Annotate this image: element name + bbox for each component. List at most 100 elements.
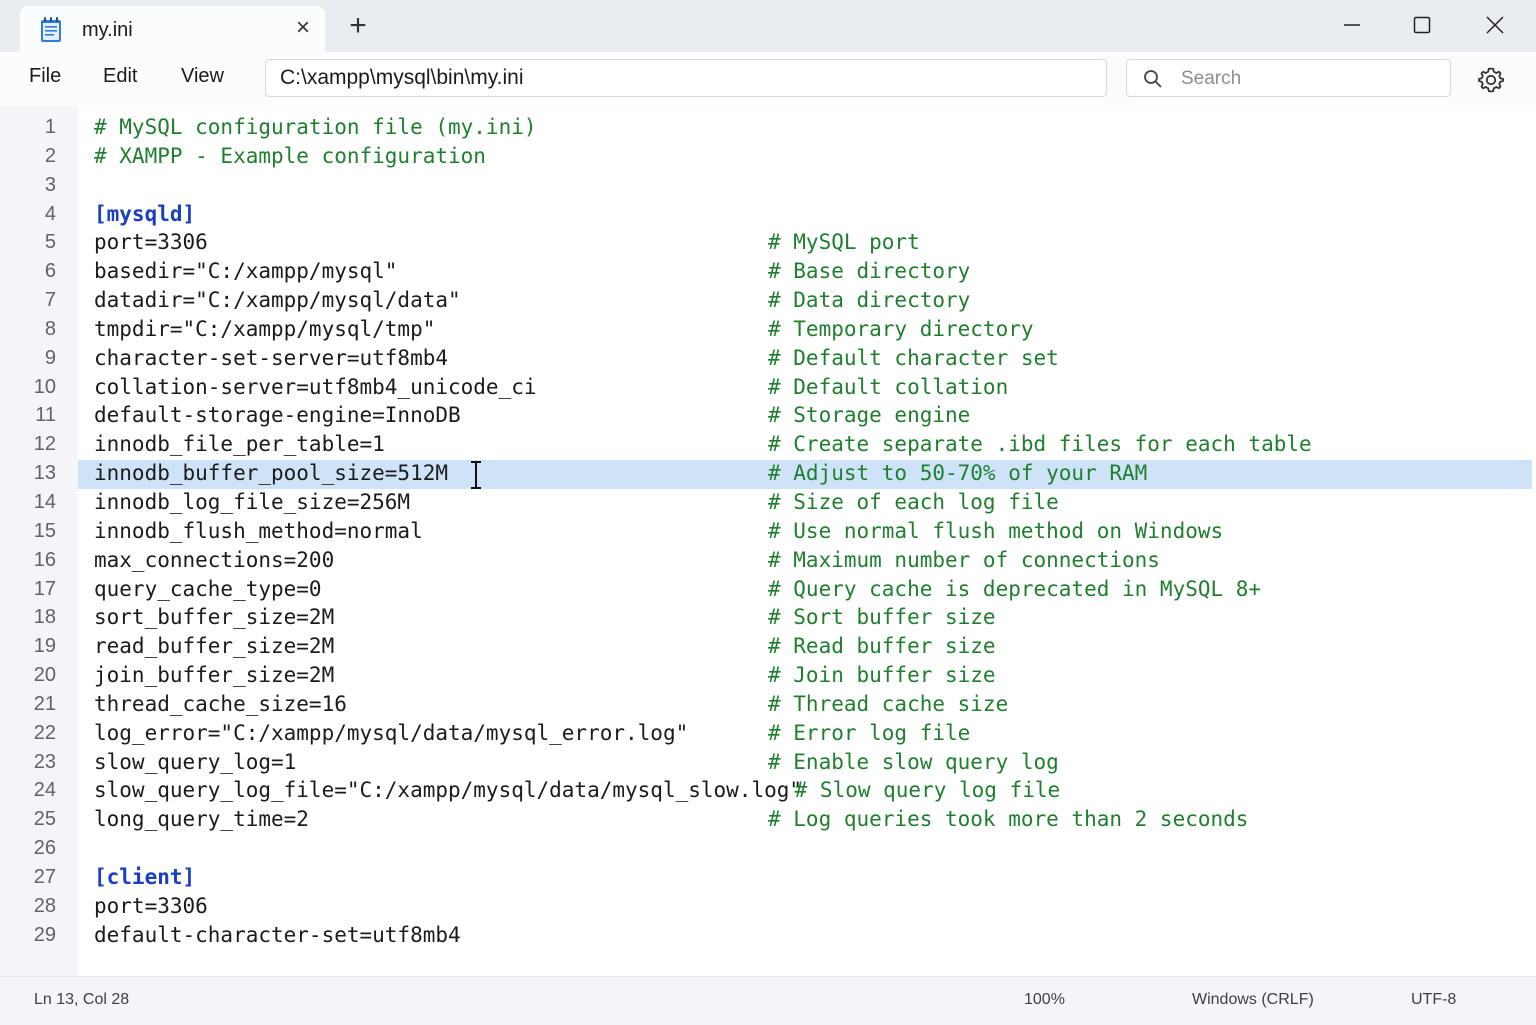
inline-comment: # Slow query log file <box>782 778 1061 803</box>
line-number: 5 <box>44 231 56 254</box>
code-text: sort_buffer_size=2M <box>94 605 335 630</box>
code-line[interactable]: 9 character-set-server=utf8mb4 # Default c… <box>0 345 1536 374</box>
code-line[interactable]: 8 tmpdir="C:/xampp/mysql/tmp" # Temporary … <box>0 316 1536 345</box>
code-line[interactable]: 16 max_connections=200 # Maximum number of… <box>0 547 1536 576</box>
minimize-icon <box>1344 24 1360 26</box>
inline-comment: # MySQL port <box>768 230 920 255</box>
menu-view[interactable]: View <box>181 65 224 88</box>
code-line[interactable]: 1 # MySQL configuration file (my.ini) <box>0 114 1536 143</box>
code-line[interactable]: 15 innodb_flush_method=normal # Use normal… <box>0 518 1536 547</box>
code-text: default-character-set=utf8mb4 <box>94 922 461 947</box>
line-number: 16 <box>33 548 56 571</box>
line-number: 9 <box>44 346 56 369</box>
close-tab-icon[interactable]: × <box>290 15 316 41</box>
editor-lines: 1 # MySQL configuration file (my.ini) 2 # X… <box>0 114 1536 950</box>
inline-comment: # Temporary directory <box>768 316 1034 341</box>
code-line[interactable]: 18 sort_buffer_size=2M # Sort buffer size <box>0 604 1536 633</box>
menu-file[interactable]: File <box>29 65 61 88</box>
toolbar: File Edit View C:\xampp\mysql\bin\my.ini <box>0 52 1536 107</box>
line-number: 14 <box>33 490 56 513</box>
code-text: read_buffer_size=2M <box>94 634 335 659</box>
line-number: 4 <box>44 202 56 225</box>
new-tab-button[interactable]: + <box>344 11 372 41</box>
code-text: collation-server=utf8mb4_unicode_ci <box>94 374 537 399</box>
code-text: slow_query_log=1 <box>94 749 297 774</box>
code-line[interactable]: 17 query_cache_type=0 # Query cache is dep… <box>0 576 1536 605</box>
line-number: 13 <box>33 462 56 485</box>
line-number: 29 <box>33 923 56 946</box>
code-text: tmpdir="C:/xampp/mysql/tmp" <box>94 316 436 341</box>
code-line[interactable]: 23 slow_query_log=1 # Enable slow query lo… <box>0 749 1536 778</box>
maximize-icon <box>1413 16 1431 34</box>
inline-comment: # Query cache is deprecated in MySQL 8+ <box>768 576 1262 601</box>
code-line[interactable]: 10 collation-server=utf8mb4_unicode_ci # D… <box>0 374 1536 403</box>
code-line[interactable]: 4 [mysqld] <box>0 201 1536 230</box>
minimize-button[interactable] <box>1332 10 1372 40</box>
code-line[interactable]: 19 read_buffer_size=2M # Read buffer size <box>0 633 1536 662</box>
code-text: innodb_log_file_size=256M <box>94 489 411 514</box>
inline-comment: # Maximum number of connections <box>768 547 1160 572</box>
maximize-button[interactable] <box>1402 10 1442 40</box>
code-line[interactable]: 29 default-character-set=utf8mb4 <box>0 922 1536 951</box>
code-comment: # MySQL configuration file (my.ini) <box>94 115 537 139</box>
code-line[interactable]: 20 join_buffer_size=2M # Join buffer size <box>0 662 1536 691</box>
code-line[interactable]: 12 innodb_file_per_table=1 # Create separa… <box>0 431 1536 460</box>
file-path-field[interactable]: C:\xampp\mysql\bin\my.ini <box>265 59 1107 97</box>
inline-comment: # Data directory <box>768 288 971 313</box>
code-line[interactable]: 6 basedir="C:/xampp/mysql" # Base director… <box>0 258 1536 287</box>
line-number: 25 <box>33 808 56 831</box>
line-number: 18 <box>33 606 56 629</box>
line-number: 2 <box>44 144 56 167</box>
inline-comment: # Error log file <box>768 720 971 745</box>
line-number: 20 <box>33 664 56 687</box>
code-line[interactable]: 22 log_error="C:/xampp/mysql/data/mysql_e… <box>0 720 1536 749</box>
code-line[interactable]: 21 thread_cache_size=16 # Thread cache siz… <box>0 691 1536 720</box>
code-line[interactable]: 5 port=3306 # MySQL port <box>0 229 1536 258</box>
code-text: thread_cache_size=16 <box>94 691 347 716</box>
line-number: 23 <box>33 750 56 773</box>
search-input[interactable] <box>1179 64 1443 94</box>
code-text: port=3306 <box>94 893 208 918</box>
code-line[interactable]: 25 long_query_time=2 # Log queries took mo… <box>0 806 1536 835</box>
inline-comment: # Thread cache size <box>768 691 1009 716</box>
line-number: 19 <box>33 635 56 658</box>
tab-my-ini[interactable]: my.ini × <box>20 6 325 52</box>
inline-comment: # Base directory <box>768 259 971 284</box>
notepad-window: my.ini × + File Edit View C:\xampp\mysql… <box>0 0 1536 1025</box>
encoding[interactable]: UTF-8 <box>1411 991 1456 1009</box>
gear-icon[interactable] <box>1476 65 1506 95</box>
line-number: 24 <box>33 779 56 802</box>
status-bar: Ln 13, Col 28 100% Windows (CRLF) UTF-8 <box>0 976 1536 1025</box>
code-text: character-set-server=utf8mb4 <box>94 345 449 370</box>
inline-comment: # Size of each log file <box>768 489 1059 514</box>
search-box[interactable] <box>1126 59 1451 97</box>
code-line[interactable]: 14 innodb_log_file_size=256M # Size of eac… <box>0 489 1536 518</box>
code-text: slow_query_log_file="C:/xampp/mysql/data… <box>94 778 803 803</box>
code-line[interactable]: 11 default-storage-engine=InnoDB # Storage… <box>0 402 1536 431</box>
code-text: innodb_flush_method=normal <box>94 518 423 543</box>
zoom-level[interactable]: 100% <box>1024 991 1065 1009</box>
inline-comment: # Log queries took more than 2 seconds <box>768 807 1249 832</box>
text-editor[interactable]: 1 # MySQL configuration file (my.ini) 2 # X… <box>0 106 1536 976</box>
inline-comment: # Adjust to 50-70% of your RAM <box>768 461 1148 486</box>
code-text: innodb_buffer_pool_size=512M <box>94 461 449 486</box>
code-text: default-storage-engine=InnoDB <box>94 403 461 428</box>
cursor-position[interactable]: Ln 13, Col 28 <box>34 991 129 1009</box>
code-line[interactable]: 24 slow_query_log_file="C:/xampp/mysql/da… <box>0 777 1536 806</box>
code-line[interactable]: 28 port=3306 <box>0 893 1536 922</box>
code-line[interactable]: 3 <box>0 172 1536 201</box>
line-number: 6 <box>44 260 56 283</box>
code-line[interactable]: 26 <box>0 835 1536 864</box>
code-line[interactable]: 2 # XAMPP - Example configuration <box>0 143 1536 172</box>
active-line[interactable]: 13 innodb_buffer_pool_size=512M # Adjust t… <box>0 460 1536 490</box>
line-number: 3 <box>44 173 56 196</box>
line-number: 26 <box>33 837 56 860</box>
inline-comment: # Enable slow query log <box>768 749 1059 774</box>
line-number: 21 <box>33 692 56 715</box>
close-window-button[interactable] <box>1475 10 1515 40</box>
menu-edit[interactable]: Edit <box>103 65 137 88</box>
code-text: long_query_time=2 <box>94 807 309 832</box>
code-line[interactable]: 7 datadir="C:/xampp/mysql/data" # Data dir… <box>0 287 1536 316</box>
line-ending[interactable]: Windows (CRLF) <box>1192 991 1314 1009</box>
code-line[interactable]: 27 [client] <box>0 864 1536 893</box>
